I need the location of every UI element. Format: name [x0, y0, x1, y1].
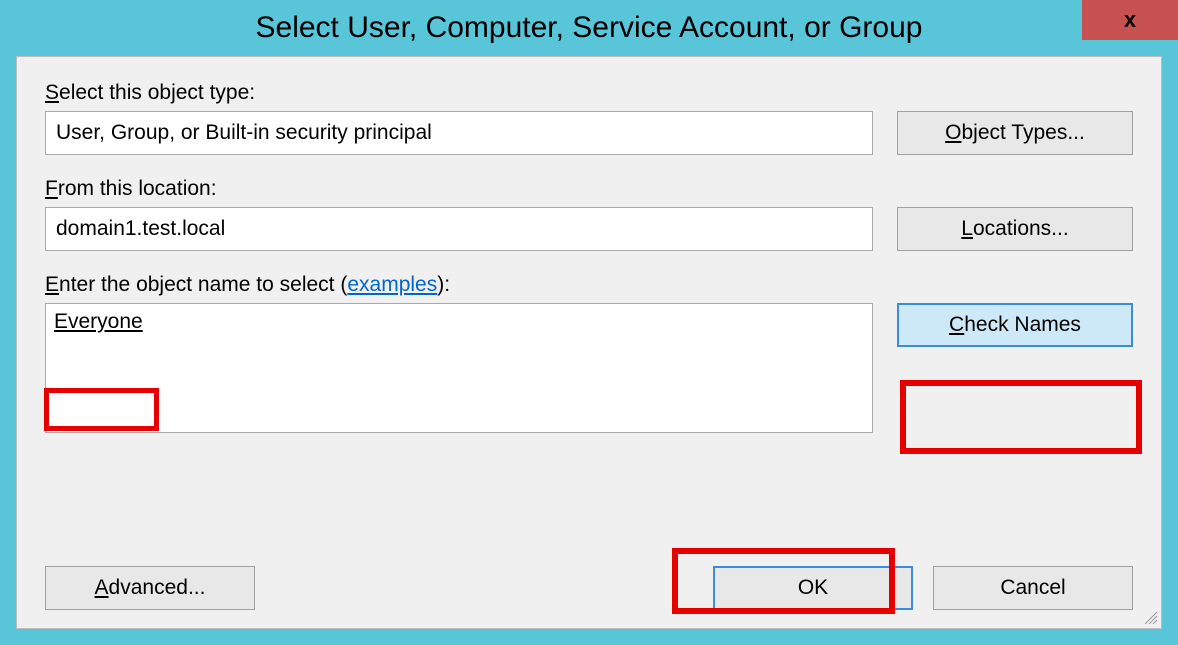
- location-field: domain1.test.local: [45, 207, 873, 251]
- location-value: domain1.test.local: [56, 217, 225, 241]
- bottom-button-row: Advanced... OK Cancel: [45, 566, 1133, 610]
- client-area: Select this object type: User, Group, or…: [16, 56, 1162, 629]
- object-type-value: User, Group, or Built-in security princi…: [56, 121, 432, 145]
- ok-button[interactable]: OK: [713, 566, 913, 610]
- locations-button[interactable]: Locations...: [897, 207, 1133, 251]
- close-icon: x: [1124, 7, 1136, 33]
- location-section: From this location: domain1.test.local L…: [45, 177, 1133, 251]
- object-type-section: Select this object type: User, Group, or…: [45, 81, 1133, 155]
- object-type-label: Select this object type:: [45, 81, 1133, 105]
- object-name-input[interactable]: Everyone: [45, 303, 873, 433]
- location-label: From this location:: [45, 177, 1133, 201]
- examples-link[interactable]: examples: [347, 273, 437, 296]
- dialog-window: Select User, Computer, Service Account, …: [0, 0, 1178, 645]
- object-types-button[interactable]: Object Types...: [897, 111, 1133, 155]
- advanced-button[interactable]: Advanced...: [45, 566, 255, 610]
- object-type-field: User, Group, or Built-in security princi…: [45, 111, 873, 155]
- close-button[interactable]: x: [1082, 0, 1178, 40]
- check-names-button[interactable]: Check Names: [897, 303, 1133, 347]
- name-entry-label: Enter the object name to select (example…: [45, 273, 1133, 297]
- resize-grip-icon[interactable]: [1141, 608, 1157, 624]
- resolved-object-name: Everyone: [54, 310, 143, 334]
- cancel-button[interactable]: Cancel: [933, 566, 1133, 610]
- name-entry-section: Enter the object name to select (example…: [45, 273, 1133, 433]
- title-bar: Select User, Computer, Service Account, …: [0, 0, 1178, 56]
- window-title: Select User, Computer, Service Account, …: [256, 11, 923, 45]
